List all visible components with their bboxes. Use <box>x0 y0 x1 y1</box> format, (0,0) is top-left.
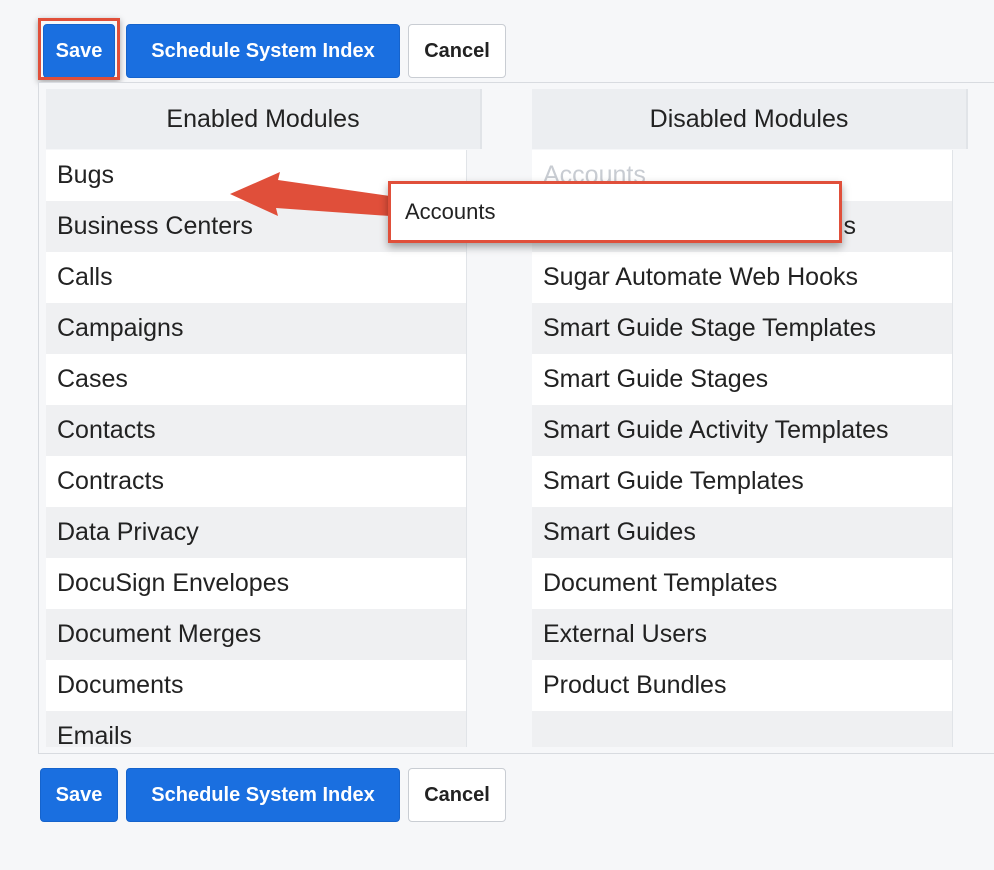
schedule-system-index-button-top[interactable]: Schedule System Index <box>126 24 400 78</box>
enabled-module-row[interactable]: Contracts <box>46 456 466 507</box>
disabled-module-row[interactable]: Smart Guides <box>532 507 952 558</box>
enabled-module-row[interactable]: DocuSign Envelopes <box>46 558 466 609</box>
disabled-module-row[interactable]: Document Templates <box>532 558 952 609</box>
enabled-module-row[interactable]: Contacts <box>46 405 466 456</box>
enabled-module-row[interactable]: Document Merges <box>46 609 466 660</box>
cancel-button-top[interactable]: Cancel <box>408 24 506 78</box>
dragged-module-accounts[interactable]: Accounts <box>388 181 842 243</box>
cancel-button-bottom[interactable]: Cancel <box>408 768 506 822</box>
disabled-module-row[interactable] <box>532 711 952 747</box>
disabled-module-row[interactable]: Sugar Automate Web Hooks <box>532 252 952 303</box>
save-button-bottom[interactable]: Save <box>40 768 118 822</box>
enabled-module-row[interactable]: Cases <box>46 354 466 405</box>
drag-arrow-annotation <box>230 172 390 216</box>
disabled-module-row[interactable]: Smart Guide Stage Templates <box>532 303 952 354</box>
disabled-module-row[interactable]: Smart Guide Stages <box>532 354 952 405</box>
schedule-system-index-button-bottom[interactable]: Schedule System Index <box>126 768 400 822</box>
enabled-module-row[interactable]: Campaigns <box>46 303 466 354</box>
enabled-module-row[interactable]: Data Privacy <box>46 507 466 558</box>
disabled-module-row[interactable]: Smart Guide Activity Templates <box>532 405 952 456</box>
enabled-module-row[interactable]: Calls <box>46 252 466 303</box>
enabled-module-row[interactable]: Emails <box>46 711 466 747</box>
disabled-modules-header: Disabled Modules <box>532 89 968 149</box>
enabled-modules-header: Enabled Modules <box>46 89 482 149</box>
disabled-module-row[interactable]: Smart Guide Templates <box>532 456 952 507</box>
enabled-module-row[interactable]: Documents <box>46 660 466 711</box>
disabled-scrollbar[interactable] <box>952 150 967 747</box>
save-highlight-annotation <box>38 18 120 80</box>
disabled-module-row[interactable]: Product Bundles <box>532 660 952 711</box>
disabled-module-row[interactable]: External Users <box>532 609 952 660</box>
